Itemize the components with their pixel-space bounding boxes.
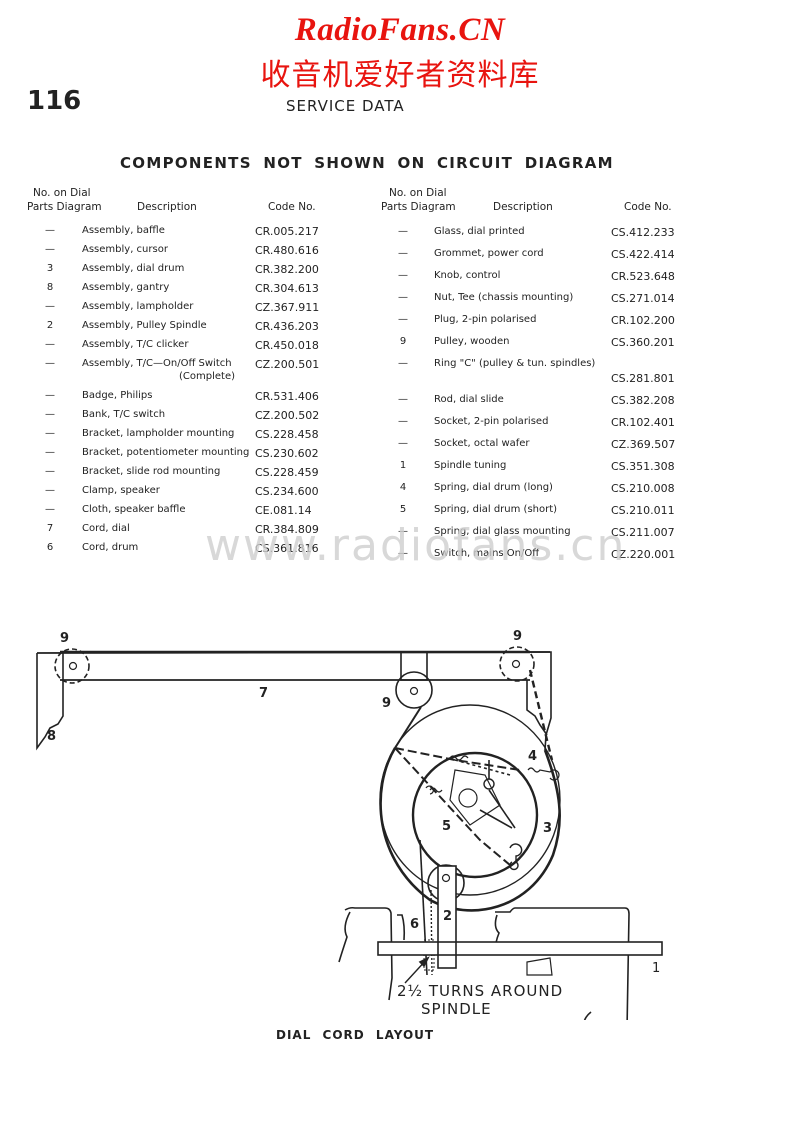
page-title: COMPONENTS NOT SHOWN ON CIRCUIT DIAGRAM (120, 154, 614, 172)
label-pulley-spindle: 2 (443, 909, 452, 924)
part-diagram-number: — (398, 292, 408, 303)
label-pulley-left: 9 (60, 631, 69, 646)
part-diagram-number: — (398, 248, 408, 259)
site-brand-chinese: 收音机爱好者资料库 (260, 58, 540, 93)
pulley-mid (395, 671, 433, 709)
parts-row: — Nut, Tee (chassis mounting) CS.271.014 (0, 292, 800, 311)
part-diagram-number: — (398, 394, 408, 405)
part-description: Rod, dial slide (434, 394, 504, 405)
part-code: CZ.369.507 (611, 438, 676, 451)
annotation-line1: 2½ TURNS AROUND (397, 982, 563, 1000)
part-description: Spring, dial drum (short) (434, 504, 558, 515)
part-description: Plug, 2-pin polarised (434, 314, 537, 325)
label-spindle: 1 (652, 961, 660, 976)
part-diagram-number: 5 (399, 504, 407, 515)
part-diagram-number: — (398, 270, 408, 281)
tuning-spindle (377, 941, 663, 956)
part-code: CS.281.801 (611, 372, 675, 385)
watermark: www.radiofans.cn (205, 520, 627, 571)
part-code: CS.271.014 (611, 292, 675, 305)
drum-outer (379, 704, 561, 896)
annotation-line2: SPINDLE (421, 1000, 492, 1018)
right-header-no-line2: Parts Diagram (381, 201, 456, 213)
part-description: Glass, dial printed (434, 226, 525, 237)
parts-row: — Glass, dial printed CS.412.233 (0, 226, 800, 245)
part-description: Knob, control (434, 270, 501, 281)
drum-inner (411, 751, 539, 879)
part-diagram-number: — (398, 416, 408, 427)
part-description: Nut, Tee (chassis mounting) (434, 292, 574, 303)
site-brand: RadioFans.CN (294, 12, 506, 48)
part-code: CS.360.201 (611, 336, 675, 349)
parts-row: — Plug, 2-pin polarised CR.102.200 (0, 314, 800, 333)
part-code: CS.210.011 (611, 504, 675, 517)
label-cord: 7 (259, 686, 268, 701)
part-code: CR.102.200 (611, 314, 675, 327)
part-diagram-number: 1 (399, 460, 407, 471)
diagram-caption: DIAL CORD LAYOUT (276, 1028, 435, 1042)
part-diagram-number: — (398, 314, 408, 325)
part-description: Grommet, power cord (434, 248, 544, 259)
part-diagram-number: — (398, 358, 408, 369)
part-code: CS.351.308 (611, 460, 675, 473)
part-diagram-number: — (398, 438, 408, 449)
label-pulley-mid: 9 (382, 696, 391, 711)
parts-row: — Socket, 2-pin polarised CR.102.401 (0, 416, 800, 435)
part-diagram-number: — (398, 226, 408, 237)
left-header-description: Description (137, 201, 197, 213)
part-description: Spring, dial drum (long) (434, 482, 553, 493)
parts-row: — Rod, dial slide CS.382.208 (0, 394, 800, 413)
part-description: Pulley, wooden (434, 336, 510, 347)
section-heading: SERVICE DATA (286, 97, 405, 115)
right-header-no-line1: No. on Dial (389, 187, 447, 199)
part-description: Socket, octal wafer (434, 438, 530, 449)
label-pulley-right: 9 (513, 629, 522, 644)
part-code: CS.422.414 (611, 248, 675, 261)
parts-row: — Knob, control CR.523.648 (0, 270, 800, 289)
label-spring-short: 5 (442, 819, 451, 834)
parts-row: 1 Spindle tuning CS.351.308 (0, 460, 800, 479)
label-drum-cord: 6 (410, 917, 419, 932)
left-header-no-line1: No. on Dial (33, 187, 91, 199)
label-drum: 3 (543, 821, 552, 836)
part-description: Socket, 2-pin polarised (434, 416, 549, 427)
parts-row: — Grommet, power cord CS.422.414 (0, 248, 800, 267)
part-code: CS.412.233 (611, 226, 675, 239)
parts-row: — Ring "C" (pulley & tun. spindles) CS.281… (0, 358, 800, 385)
part-code: CR.523.648 (611, 270, 675, 283)
dial-cord-diagram: 9 9 9 7 8 4 5 3 2 6 1 2½ TURNS AROUND SP… (36, 629, 663, 1020)
parts-row: — Socket, octal wafer CZ.369.507 (0, 438, 800, 457)
part-diagram-number: 9 (399, 336, 407, 347)
label-spring-long: 4 (528, 749, 537, 764)
part-diagram-number: 4 (399, 482, 407, 493)
page-number: 116 (27, 86, 82, 116)
part-description: Spindle tuning (434, 460, 507, 471)
pulley-left (54, 648, 90, 684)
left-header-code: Code No. (268, 201, 316, 213)
part-description: Ring "C" (pulley & tun. spindles) (434, 358, 596, 369)
parts-row: 4 Spring, dial drum (long) CS.210.008 (0, 482, 800, 501)
part-code: CS.382.208 (611, 394, 675, 407)
right-header-code: Code No. (624, 201, 672, 213)
label-gantry: 8 (47, 729, 56, 744)
part-code: CR.102.401 (611, 416, 675, 429)
part-code: CS.210.008 (611, 482, 675, 495)
parts-row: 9 Pulley, wooden CS.360.201 (0, 336, 800, 355)
right-header-description: Description (493, 201, 553, 213)
left-header-no-line2: Parts Diagram (27, 201, 102, 213)
